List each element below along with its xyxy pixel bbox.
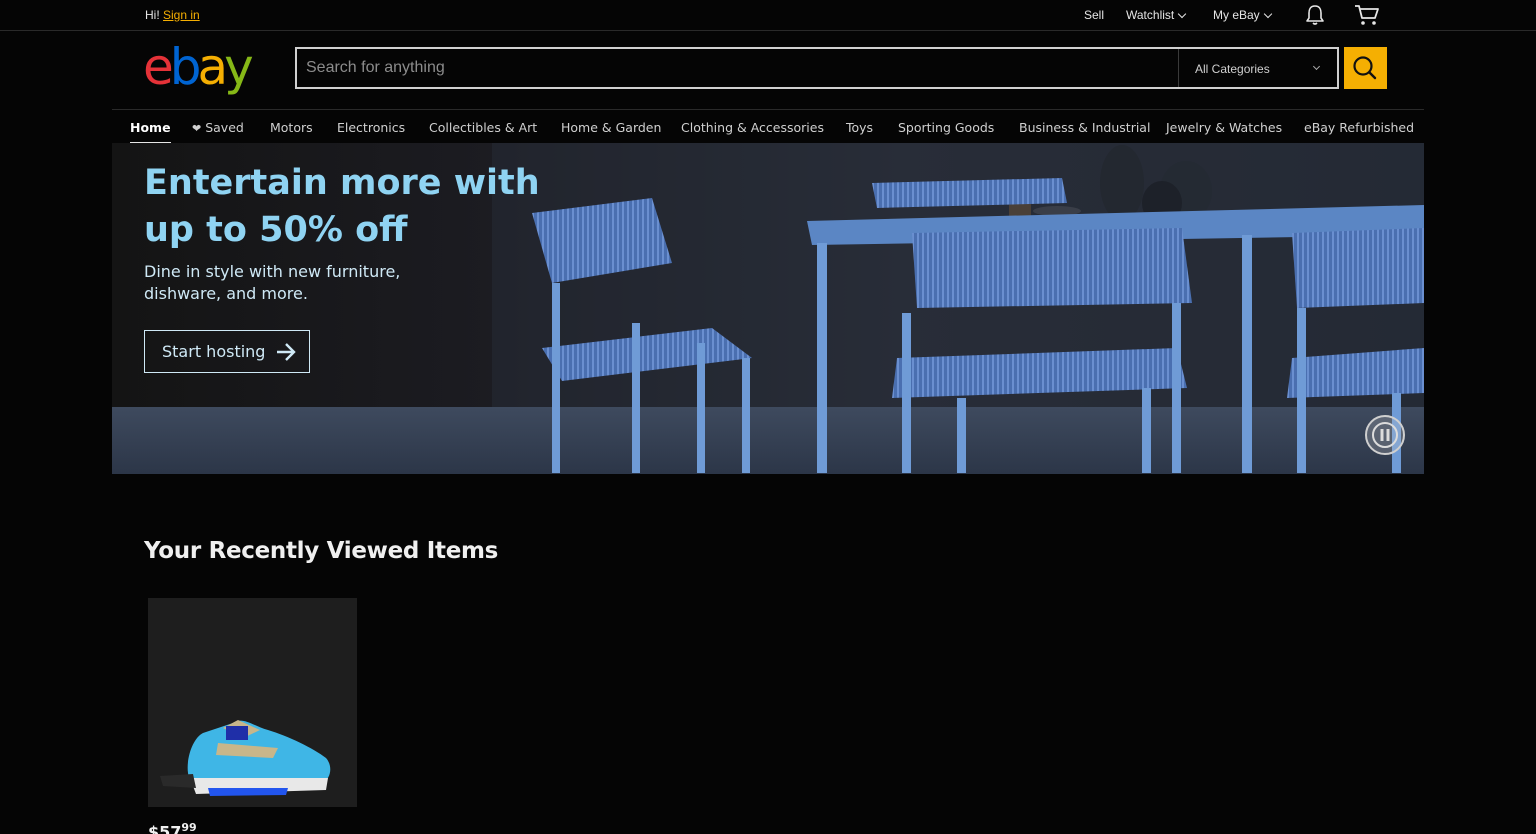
sneaker-image [160, 720, 331, 796]
arrow-right-icon [277, 342, 297, 361]
ebay-logo[interactable]: e b a y [143, 38, 263, 96]
greeting: Hi! Sign in [145, 8, 200, 22]
nav-item-label: Home & Garden [561, 120, 662, 135]
start-hosting-button[interactable]: Start hosting [144, 330, 310, 373]
chevron-down-icon [1177, 9, 1187, 18]
sell-label: Sell [1084, 8, 1105, 22]
nav-item-saved[interactable]: ❤ Saved [192, 110, 244, 144]
sell-link[interactable]: Sell [1084, 8, 1104, 22]
heart-icon: ❤ [192, 122, 202, 135]
search-bar: All Categories [295, 47, 1339, 89]
chevron-down-icon [1263, 9, 1272, 18]
cart-icon[interactable] [1354, 4, 1379, 26]
nav-item-label: Motors [270, 120, 313, 135]
nav-item-jewelry[interactable]: Jewelry & Watches [1166, 110, 1282, 144]
nav-item-label: Toys [846, 120, 874, 135]
cta-label: Start hosting [162, 342, 266, 361]
logo-letter-b: b [169, 38, 202, 96]
pause-button[interactable] [1365, 415, 1405, 455]
nav-item-label: eBay Refurbished [1304, 120, 1415, 135]
nav-item-label: Clothing & Accessories [681, 120, 824, 135]
my-ebay-label: My eBay [1213, 8, 1260, 22]
nav-item-label: Electronics [337, 120, 406, 135]
category-select[interactable]: All Categories [1178, 49, 1337, 87]
bell-icon[interactable] [1303, 4, 1327, 26]
hero-title: Entertain more with up to 50% off [144, 163, 540, 250]
search-icon [1353, 56, 1377, 80]
recently-viewed-item[interactable] [148, 598, 357, 807]
search-input[interactable] [297, 49, 1177, 87]
item-price: $5799 [148, 821, 197, 834]
nav-item-label: Saved [205, 120, 244, 135]
search-button[interactable] [1344, 47, 1387, 89]
nav-item-motors[interactable]: Motors [270, 110, 313, 144]
nav-item-sporting-goods[interactable]: Sporting Goods [898, 110, 994, 144]
sign-in-link[interactable]: Sign in [163, 8, 200, 22]
nav-item-electronics[interactable]: Electronics [337, 110, 405, 144]
nav-item-label: Jewelry & Watches [1166, 120, 1283, 135]
watchlist-menu[interactable]: Watchlist [1126, 8, 1187, 22]
nav-item-clothing[interactable]: Clothing & Accessories [681, 110, 824, 144]
greeting-text: Hi! [145, 8, 160, 22]
my-ebay-menu[interactable]: My eBay [1213, 8, 1272, 22]
nav-item-label: Sporting Goods [898, 120, 995, 135]
hero-banner[interactable]: Entertain more with up to 50% off Dine i… [112, 143, 1424, 474]
top-utility-bar: Hi! Sign in Sell Watchlist My eBay [0, 0, 1536, 31]
nav-item-business[interactable]: Business & Industrial [1019, 110, 1150, 144]
category-nav: Home ❤ Saved Motors Electronics Collecti… [112, 109, 1424, 144]
nav-item-refurbished[interactable]: eBay Refurbished [1304, 110, 1414, 144]
logo-letter-a: a [197, 38, 229, 96]
nav-item-home[interactable]: Home [130, 110, 171, 144]
nav-item-label: Home [130, 120, 171, 135]
nav-item-home-garden[interactable]: Home & Garden [561, 110, 661, 144]
pause-icon [1372, 422, 1398, 448]
logo-letter-y: y [224, 38, 254, 96]
nav-item-toys[interactable]: Toys [846, 110, 873, 144]
hero-subtitle: Dine in style with new furniture, dishwa… [144, 262, 401, 303]
nav-item-label: Collectibles & Art [429, 120, 538, 135]
chevron-down-icon [1312, 62, 1321, 71]
nav-item-label: Business & Industrial [1019, 120, 1151, 135]
nav-item-collectibles[interactable]: Collectibles & Art [429, 110, 537, 144]
logo-letter-e: e [143, 38, 174, 96]
watchlist-label: Watchlist [1126, 8, 1175, 22]
recently-viewed-title: Your Recently Viewed Items [144, 538, 499, 564]
category-label: All Categories [1195, 62, 1270, 76]
price-cents: 99 [181, 821, 197, 834]
price-main: $57 [148, 822, 182, 834]
